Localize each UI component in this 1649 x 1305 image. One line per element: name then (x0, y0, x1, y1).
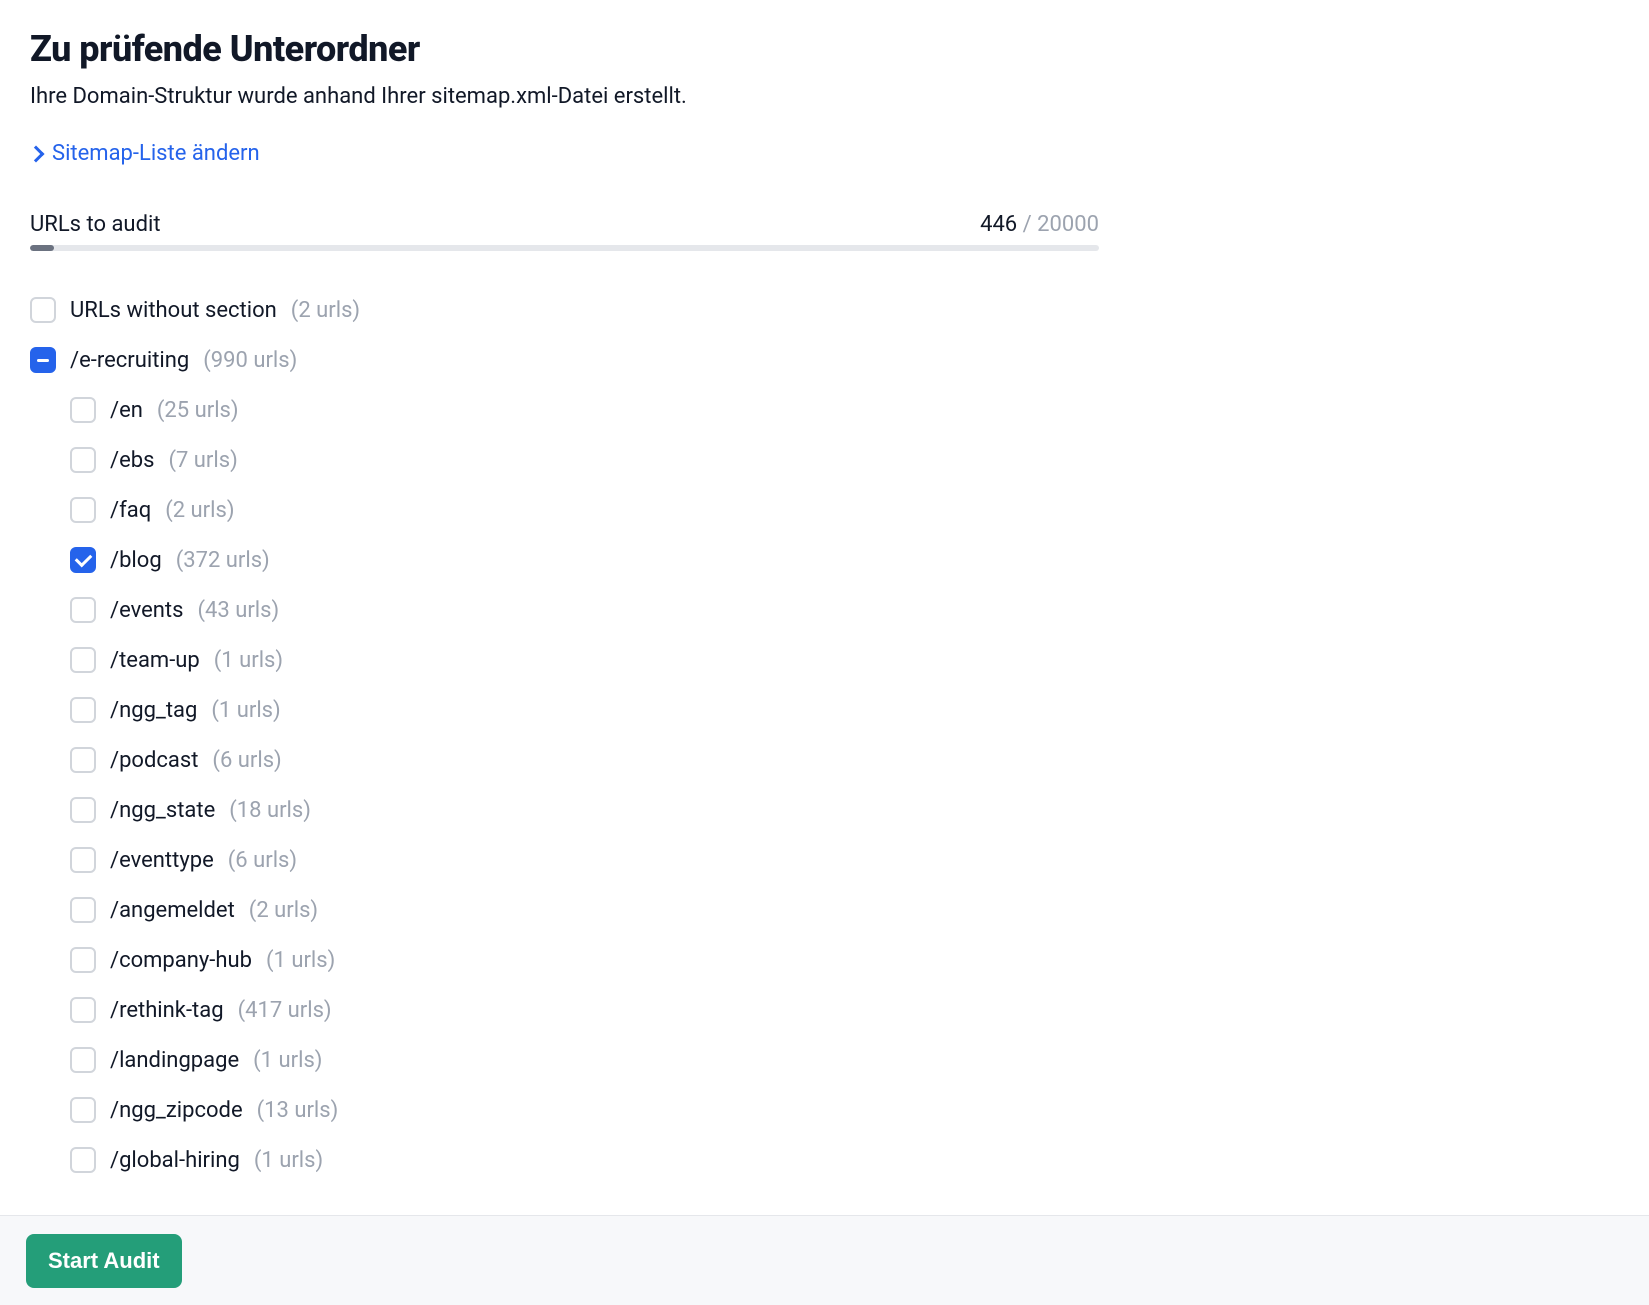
row-label: URLs without section (70, 298, 277, 323)
row-label: /eventtype (110, 848, 214, 873)
row-count: (1 urls) (211, 698, 280, 723)
row-label: /team-up (110, 648, 200, 673)
checkbox[interactable] (70, 1147, 96, 1173)
row-count: (43 urls) (198, 598, 280, 623)
row-label: /rethink-tag (110, 998, 224, 1023)
checkbox[interactable] (70, 397, 96, 423)
row-count: (372 urls) (176, 548, 270, 573)
checkbox[interactable] (70, 1097, 96, 1123)
row-count: (1 urls) (266, 948, 335, 973)
row-label: /company-hub (110, 948, 252, 973)
tree-row[interactable]: /angemeldet (2 urls) (30, 885, 1099, 935)
row-label: /global-hiring (110, 1148, 240, 1173)
checkbox[interactable] (30, 297, 56, 323)
tree-row[interactable]: /faq (2 urls) (30, 485, 1099, 535)
row-count: (6 urls) (212, 748, 281, 773)
tree-row[interactable]: /ngg_zipcode (13 urls) (30, 1085, 1099, 1135)
chevron-right-icon (28, 145, 45, 162)
checkbox[interactable] (70, 447, 96, 473)
row-label: /ngg_zipcode (110, 1098, 243, 1123)
tree-row[interactable]: /events (43 urls) (30, 585, 1099, 635)
checkbox[interactable] (70, 897, 96, 923)
tree-row[interactable]: /en (25 urls) (30, 385, 1099, 435)
row-label: /ngg_state (110, 798, 215, 823)
tree-row[interactable]: /eventtype (6 urls) (30, 835, 1099, 885)
row-count: (6 urls) (228, 848, 297, 873)
tree-row[interactable]: /blog (372 urls) (30, 535, 1099, 585)
tree-row[interactable]: URLs without section (2 urls) (30, 285, 1099, 335)
row-count: (18 urls) (229, 798, 311, 823)
page-title: Zu prüfende Unterordner (30, 28, 1619, 70)
row-count: (13 urls) (257, 1098, 339, 1123)
audit-used: 446 (980, 212, 1017, 237)
checkbox[interactable] (70, 547, 96, 573)
tree-row[interactable]: /ebs (7 urls) (30, 435, 1099, 485)
checkbox[interactable] (30, 347, 56, 373)
row-label: /landingpage (110, 1048, 239, 1073)
tree-row[interactable]: /company-hub (1 urls) (30, 935, 1099, 985)
row-label: /angemeldet (110, 898, 235, 923)
row-count: (2 urls) (165, 498, 234, 523)
row-count: (417 urls) (238, 998, 332, 1023)
checkbox[interactable] (70, 847, 96, 873)
start-audit-button[interactable]: Start Audit (26, 1234, 182, 1288)
row-label: /e-recruiting (70, 348, 189, 373)
checkbox[interactable] (70, 747, 96, 773)
progress-track (30, 245, 1099, 251)
sitemap-link-label: Sitemap-Liste ändern (52, 141, 260, 166)
row-label: /en (110, 398, 143, 423)
row-count: (990 urls) (203, 348, 297, 373)
checkbox[interactable] (70, 647, 96, 673)
tree-row[interactable]: /team-up (1 urls) (30, 635, 1099, 685)
row-label: /faq (110, 498, 151, 523)
tree-row[interactable]: /rethink-tag (417 urls) (30, 985, 1099, 1035)
checkbox[interactable] (70, 997, 96, 1023)
row-count: (1 urls) (214, 648, 283, 673)
checkbox[interactable] (70, 497, 96, 523)
audit-limit: 20000 (1037, 212, 1099, 237)
tree-row[interactable]: /ngg_state (18 urls) (30, 785, 1099, 835)
folder-tree: URLs without section (2 urls) /e-recruit… (30, 285, 1099, 1185)
tree-row[interactable]: /podcast (6 urls) (30, 735, 1099, 785)
row-count: (25 urls) (157, 398, 239, 423)
checkbox[interactable] (70, 797, 96, 823)
row-count: (1 urls) (254, 1148, 323, 1173)
row-label: /ngg_tag (110, 698, 197, 723)
audit-label: URLs to audit (30, 212, 161, 237)
checkbox[interactable] (70, 597, 96, 623)
page-subtitle: Ihre Domain-Struktur wurde anhand Ihrer … (30, 84, 1619, 109)
row-label: /podcast (110, 748, 198, 773)
sitemap-link[interactable]: Sitemap-Liste ändern (30, 141, 260, 166)
row-label: /ebs (110, 448, 154, 473)
row-count: (1 urls) (253, 1048, 322, 1073)
footer-bar: Start Audit (0, 1215, 1649, 1305)
tree-row[interactable]: /ngg_tag (1 urls) (30, 685, 1099, 735)
tree-row[interactable]: /landingpage (1 urls) (30, 1035, 1099, 1085)
row-label: /events (110, 598, 184, 623)
tree-row[interactable]: /global-hiring (1 urls) (30, 1135, 1099, 1185)
tree-row[interactable]: /e-recruiting (990 urls) (30, 335, 1099, 385)
progress-fill (30, 245, 54, 251)
row-count: (2 urls) (291, 298, 360, 323)
row-count: (2 urls) (249, 898, 318, 923)
audit-sep: / (1017, 212, 1037, 237)
checkbox[interactable] (70, 947, 96, 973)
checkbox[interactable] (70, 1047, 96, 1073)
checkbox[interactable] (70, 697, 96, 723)
row-count: (7 urls) (168, 448, 237, 473)
row-label: /blog (110, 548, 162, 573)
audit-count: 446 / 20000 (980, 212, 1099, 237)
